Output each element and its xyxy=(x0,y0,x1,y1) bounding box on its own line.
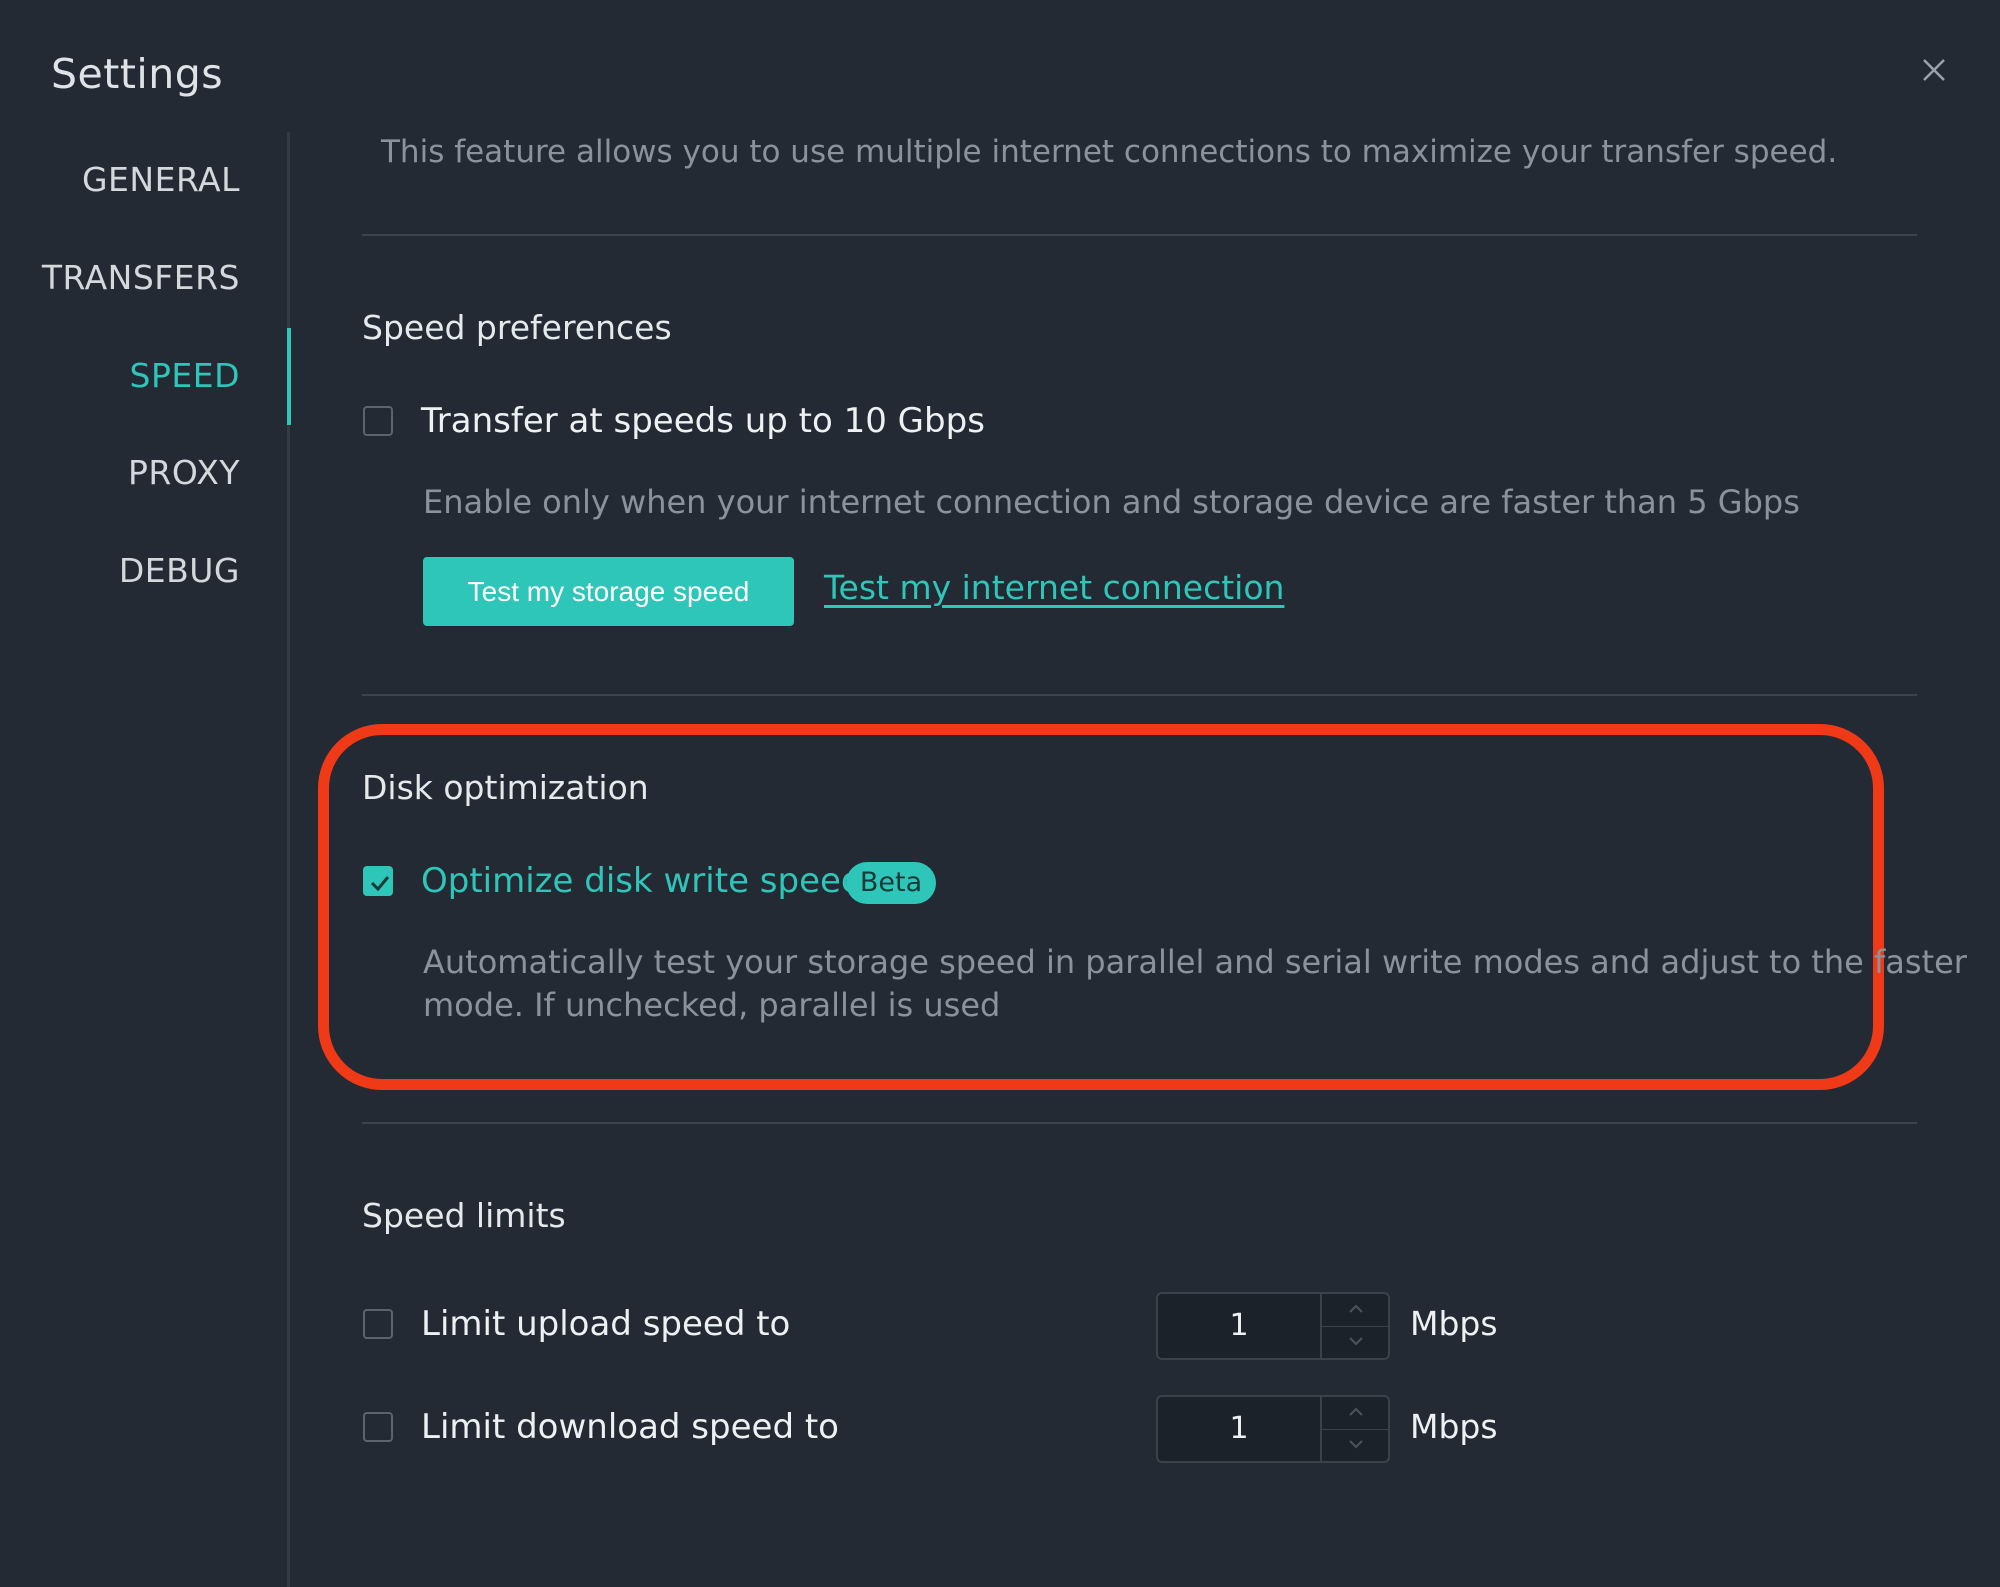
close-icon[interactable] xyxy=(1912,48,1956,92)
sidebar-item-speed[interactable]: SPEED xyxy=(130,356,240,395)
sidebar-item-debug[interactable]: DEBUG xyxy=(119,551,240,590)
chevron-up-icon xyxy=(1348,1304,1364,1314)
transfer-10gbps-checkbox[interactable] xyxy=(363,406,393,436)
intro-text: This feature allows you to use multiple … xyxy=(381,134,1837,170)
section-divider xyxy=(362,234,1917,236)
limit-download-label[interactable]: Limit download speed to xyxy=(421,1407,839,1447)
optimize-disk-write-checkbox[interactable] xyxy=(363,866,393,896)
speed-preferences-heading: Speed preferences xyxy=(362,308,672,347)
upload-stepper-controls xyxy=(1320,1294,1390,1358)
settings-title: Settings xyxy=(51,50,223,98)
sidebar-item-general[interactable]: GENERAL xyxy=(82,160,240,199)
limit-upload-label[interactable]: Limit upload speed to xyxy=(421,1304,790,1344)
beta-badge: Beta xyxy=(846,862,936,904)
disk-optimization-description-line1: Automatically test your storage speed in… xyxy=(423,943,1967,981)
limit-download-checkbox[interactable] xyxy=(363,1412,393,1442)
limit-upload-checkbox[interactable] xyxy=(363,1309,393,1339)
test-internet-connection-link[interactable]: Test my internet connection xyxy=(824,568,1284,607)
disk-optimization-description-line2: mode. If unchecked, parallel is used xyxy=(423,986,1000,1024)
download-speed-value[interactable]: 1 xyxy=(1158,1397,1320,1461)
test-storage-speed-button[interactable]: Test my storage speed xyxy=(423,557,794,626)
transfer-10gbps-label[interactable]: Transfer at speeds up to 10 Gbps xyxy=(421,401,985,441)
sidebar-item-transfers[interactable]: TRANSFERS xyxy=(42,258,240,297)
download-speed-stepper[interactable]: 1 xyxy=(1156,1395,1390,1463)
section-divider xyxy=(362,694,1917,696)
upload-speed-stepper[interactable]: 1 xyxy=(1156,1292,1390,1360)
optimize-disk-write-label[interactable]: Optimize disk write speed xyxy=(421,861,863,901)
settings-window: Settings GENERAL TRANSFERS SPEED PROXY D… xyxy=(0,0,2000,1587)
active-tab-indicator xyxy=(287,328,291,425)
download-decrement-button[interactable] xyxy=(1322,1429,1390,1461)
speed-limits-heading: Speed limits xyxy=(362,1196,566,1235)
upload-unit-label: Mbps xyxy=(1410,1304,1498,1343)
chevron-down-icon xyxy=(1348,1439,1364,1449)
disk-optimization-heading: Disk optimization xyxy=(362,768,649,807)
download-stepper-controls xyxy=(1320,1397,1390,1461)
download-unit-label: Mbps xyxy=(1410,1407,1498,1446)
upload-increment-button[interactable] xyxy=(1322,1294,1390,1327)
upload-speed-value[interactable]: 1 xyxy=(1158,1294,1320,1358)
section-divider xyxy=(362,1122,1917,1124)
sidebar-item-proxy[interactable]: PROXY xyxy=(128,453,240,492)
upload-decrement-button[interactable] xyxy=(1322,1326,1390,1358)
chevron-up-icon xyxy=(1348,1407,1364,1417)
chevron-down-icon xyxy=(1348,1336,1364,1346)
checkmark-icon xyxy=(368,871,392,895)
transfer-10gbps-description: Enable only when your internet connectio… xyxy=(423,483,1800,521)
download-increment-button[interactable] xyxy=(1322,1397,1390,1430)
